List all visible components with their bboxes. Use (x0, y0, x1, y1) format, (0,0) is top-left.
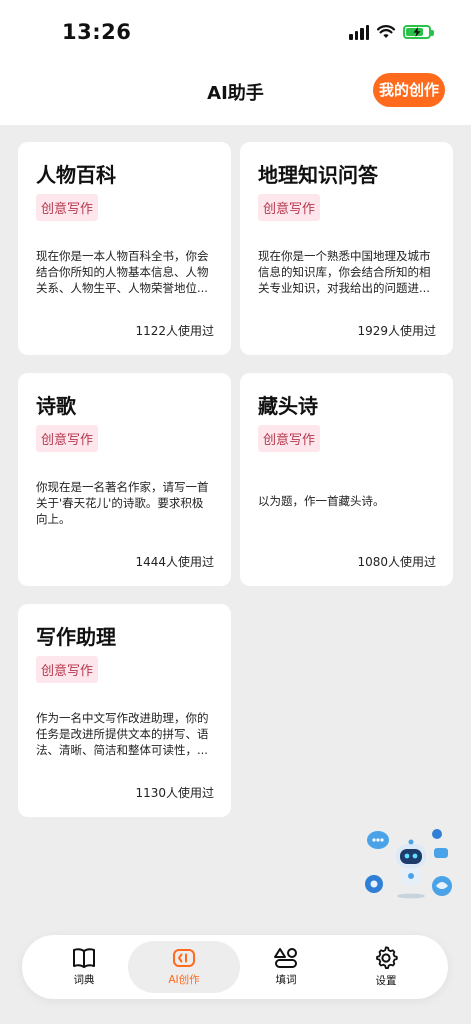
tab-label: 词典 (73, 974, 95, 986)
gear-icon (376, 946, 398, 969)
category-tag: 创意写作 (36, 656, 99, 683)
assistant-card[interactable]: 藏头诗 创意写作 以为题，作一首藏头诗。 1080人使用过 (240, 373, 453, 586)
shapes-icon (274, 948, 297, 968)
status-icons (349, 24, 434, 40)
tab-label: 填词 (275, 974, 297, 986)
usage-count: 1122人使用过 (135, 324, 214, 338)
category-tag: 创意写作 (258, 194, 321, 221)
card-description: 以为题，作一首藏头诗。 (258, 494, 385, 508)
book-icon (73, 948, 95, 968)
tab-fill-words[interactable]: 填词 (230, 941, 342, 993)
my-creation-button[interactable]: 我的创作 (372, 73, 445, 107)
usage-count: 1444人使用过 (135, 555, 214, 569)
card-title: 诗歌 (36, 394, 76, 418)
assistant-card[interactable]: 写作助理 创意写作 作为一名中文写作改进助理，你的任务是改进所提供文本的拼写、语… (18, 604, 231, 817)
assistant-card[interactable]: 人物百科 创意写作 现在你是一本人物百科全书，你会结合你所知的人物基本信息、人物… (18, 142, 231, 355)
usage-count: 1080人使用过 (357, 555, 436, 569)
bottom-tab-bar: 词典 AI创作 填词 设置 (22, 935, 448, 999)
card-description: 你现在是一名著名作家，请写一首关于'春天花儿'的诗歌。要求积极向上。 (36, 480, 209, 526)
usage-count: 1130人使用过 (135, 786, 214, 800)
tab-label: AI创作 (168, 974, 200, 986)
card-description: 现在你是一本人物百科全书，你会结合你所知的人物基本信息、人物关系、人物生平、人物… (36, 249, 209, 295)
tab-settings[interactable]: 设置 (330, 941, 442, 993)
tab-label: 设置 (375, 975, 397, 987)
category-tag: 创意写作 (36, 194, 99, 221)
usage-count: 1929人使用过 (357, 324, 436, 338)
wifi-icon (377, 25, 395, 38)
card-title: 藏头诗 (258, 394, 318, 418)
status-time: 13:26 (62, 20, 132, 44)
category-tag: 创意写作 (36, 425, 99, 452)
tab-dictionary[interactable]: 词典 (28, 941, 140, 993)
cellular-signal-icon (349, 24, 369, 40)
status-bar: 13:26 (0, 0, 471, 64)
card-description: 现在你是一个熟悉中国地理及城市信息的知识库，你会结合所知的相关专业知识，对我给出… (258, 249, 431, 295)
nav-bar: AI助手 我的创作 (0, 64, 471, 125)
assistant-card[interactable]: 地理知识问答 创意写作 现在你是一个熟悉中国地理及城市信息的知识库，你会结合所知… (240, 142, 453, 355)
category-tag: 创意写作 (258, 425, 321, 452)
card-description: 作为一名中文写作改进助理，你的任务是改进所提供文本的拼写、语法、清晰、简洁和整体… (36, 711, 209, 757)
card-title: 地理知识问答 (258, 163, 378, 187)
battery-icon (403, 25, 434, 39)
robot-assistant-icon[interactable] (362, 826, 456, 900)
tab-ai-create[interactable]: AI创作 (128, 941, 240, 993)
assistant-card[interactable]: 诗歌 创意写作 你现在是一名著名作家，请写一首关于'春天花儿'的诗歌。要求积极向… (18, 373, 231, 586)
card-title: 写作助理 (36, 625, 116, 649)
ai-create-icon (173, 949, 195, 967)
card-title: 人物百科 (36, 163, 116, 187)
